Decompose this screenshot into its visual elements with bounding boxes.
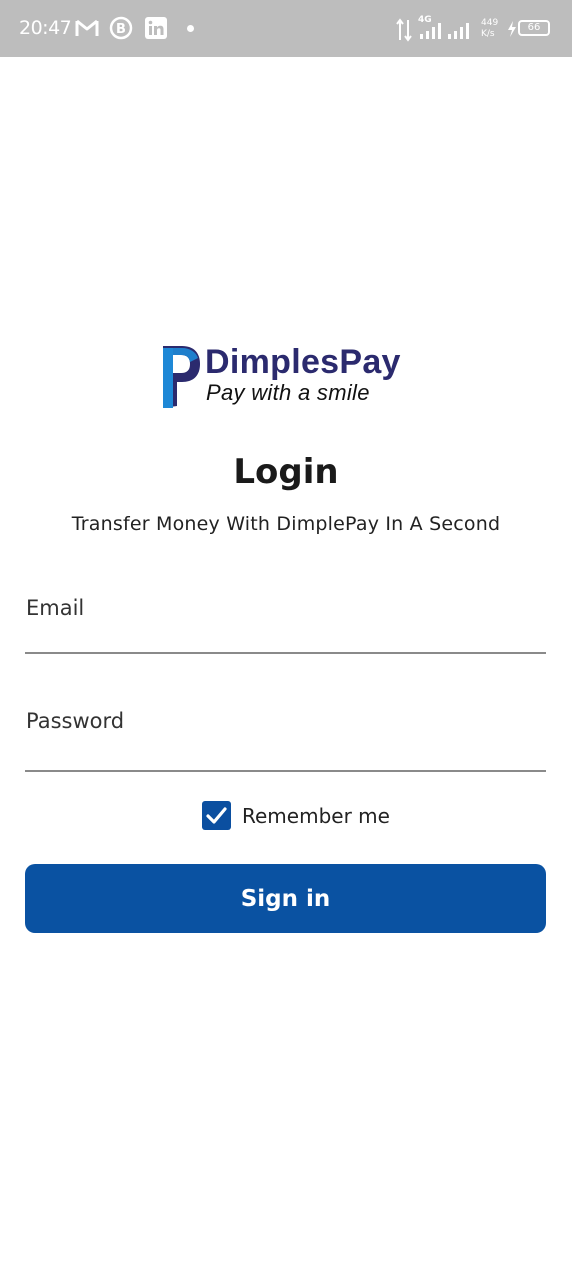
page-title: Login: [233, 452, 339, 492]
svg-text:B: B: [116, 22, 126, 37]
logo-mark-icon: [163, 346, 200, 408]
notification-dot: [187, 25, 194, 32]
brand-tagline: Pay with a smile: [206, 380, 370, 405]
email-field[interactable]: Email: [25, 596, 550, 654]
status-bar: 20:47 B 4G 449 K/s 66: [0, 0, 572, 57]
email-input[interactable]: [25, 618, 550, 654]
password-field[interactable]: Password: [25, 709, 550, 772]
signin-button[interactable]: Sign in: [25, 864, 546, 933]
email-underline: [25, 652, 546, 654]
signal-icon: [420, 23, 469, 39]
battery-level: 66: [527, 22, 541, 33]
data-arrows-icon: [396, 18, 412, 42]
battery-icon: 66: [518, 20, 550, 36]
remember-checkbox[interactable]: [202, 801, 231, 830]
password-underline: [25, 770, 546, 772]
page-subtitle: Transfer Money With DimplePay In A Secon…: [71, 513, 501, 535]
charging-icon: [508, 21, 516, 37]
b-icon: B: [109, 16, 133, 40]
email-label: Email: [26, 596, 85, 620]
linkedin-icon: [145, 17, 167, 39]
remember-label: Remember me: [242, 804, 390, 828]
net-speed-unit: K/s: [481, 29, 495, 39]
gmail-icon: [75, 19, 99, 36]
status-time: 20:47: [19, 17, 72, 39]
brand-logo: DimplesPay Pay with a smile: [160, 342, 420, 412]
brand-name: DimplesPay: [205, 343, 401, 381]
password-input[interactable]: [25, 736, 550, 772]
checkmark-icon: [206, 807, 227, 824]
password-label: Password: [26, 709, 125, 733]
net-speed-value: 449: [481, 18, 499, 28]
